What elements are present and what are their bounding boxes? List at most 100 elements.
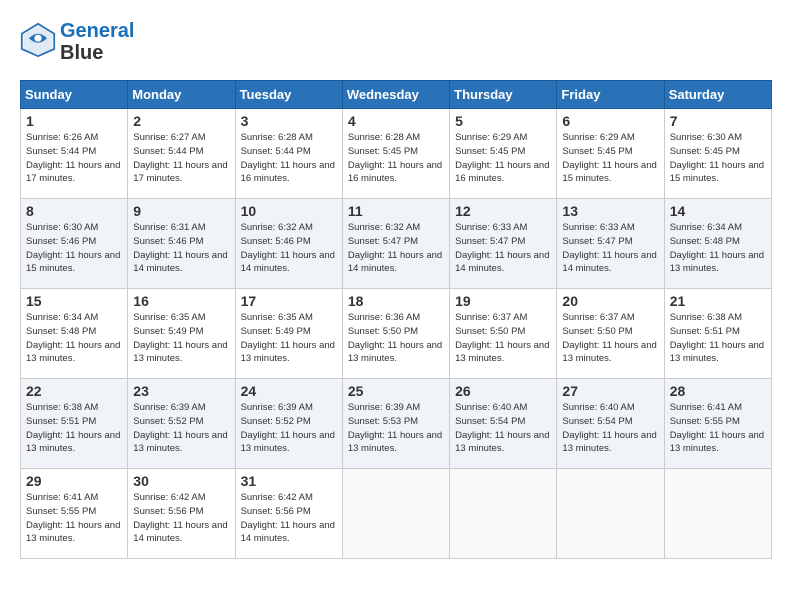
calendar-cell: 25 Sunrise: 6:39 AM Sunset: 5:53 PM Dayl… — [342, 379, 449, 469]
calendar-cell — [450, 469, 557, 559]
calendar-cell: 21 Sunrise: 6:38 AM Sunset: 5:51 PM Dayl… — [664, 289, 771, 379]
calendar-cell: 31 Sunrise: 6:42 AM Sunset: 5:56 PM Dayl… — [235, 469, 342, 559]
calendar-cell: 10 Sunrise: 6:32 AM Sunset: 5:46 PM Dayl… — [235, 199, 342, 289]
day-number: 24 — [241, 383, 337, 399]
calendar-cell — [342, 469, 449, 559]
day-info: Sunrise: 6:37 AM Sunset: 5:50 PM Dayligh… — [455, 311, 551, 366]
day-info: Sunrise: 6:36 AM Sunset: 5:50 PM Dayligh… — [348, 311, 444, 366]
calendar-cell: 22 Sunrise: 6:38 AM Sunset: 5:51 PM Dayl… — [21, 379, 128, 469]
calendar-cell: 19 Sunrise: 6:37 AM Sunset: 5:50 PM Dayl… — [450, 289, 557, 379]
day-info: Sunrise: 6:27 AM Sunset: 5:44 PM Dayligh… — [133, 131, 229, 186]
day-number: 8 — [26, 203, 122, 219]
day-info: Sunrise: 6:39 AM Sunset: 5:52 PM Dayligh… — [133, 401, 229, 456]
day-number: 30 — [133, 473, 229, 489]
day-info: Sunrise: 6:29 AM Sunset: 5:45 PM Dayligh… — [455, 131, 551, 186]
day-info: Sunrise: 6:41 AM Sunset: 5:55 PM Dayligh… — [670, 401, 766, 456]
calendar-cell: 16 Sunrise: 6:35 AM Sunset: 5:49 PM Dayl… — [128, 289, 235, 379]
logo: General Blue — [20, 20, 134, 64]
calendar-week-2: 1 Sunrise: 6:26 AM Sunset: 5:44 PM Dayli… — [21, 109, 772, 199]
day-info: Sunrise: 6:28 AM Sunset: 5:45 PM Dayligh… — [348, 131, 444, 186]
logo-icon — [20, 22, 56, 58]
day-info: Sunrise: 6:39 AM Sunset: 5:52 PM Dayligh… — [241, 401, 337, 456]
calendar-cell: 13 Sunrise: 6:33 AM Sunset: 5:47 PM Dayl… — [557, 199, 664, 289]
day-info: Sunrise: 6:34 AM Sunset: 5:48 PM Dayligh… — [26, 311, 122, 366]
logo-text-line2: Blue — [60, 42, 134, 64]
day-number: 20 — [562, 293, 658, 309]
day-number: 3 — [241, 113, 337, 129]
day-info: Sunrise: 6:35 AM Sunset: 5:49 PM Dayligh… — [133, 311, 229, 366]
day-number: 22 — [26, 383, 122, 399]
calendar-cell: 15 Sunrise: 6:34 AM Sunset: 5:48 PM Dayl… — [21, 289, 128, 379]
day-info: Sunrise: 6:42 AM Sunset: 5:56 PM Dayligh… — [133, 491, 229, 546]
day-info: Sunrise: 6:30 AM Sunset: 5:46 PM Dayligh… — [26, 221, 122, 276]
day-info: Sunrise: 6:28 AM Sunset: 5:44 PM Dayligh… — [241, 131, 337, 186]
calendar-cell: 30 Sunrise: 6:42 AM Sunset: 5:56 PM Dayl… — [128, 469, 235, 559]
day-number: 4 — [348, 113, 444, 129]
calendar-week-5: 22 Sunrise: 6:38 AM Sunset: 5:51 PM Dayl… — [21, 379, 772, 469]
calendar-cell: 29 Sunrise: 6:41 AM Sunset: 5:55 PM Dayl… — [21, 469, 128, 559]
calendar-cell — [664, 469, 771, 559]
day-header-friday: Friday — [557, 81, 664, 109]
calendar-cell: 23 Sunrise: 6:39 AM Sunset: 5:52 PM Dayl… — [128, 379, 235, 469]
day-number: 25 — [348, 383, 444, 399]
day-info: Sunrise: 6:38 AM Sunset: 5:51 PM Dayligh… — [670, 311, 766, 366]
calendar-cell: 4 Sunrise: 6:28 AM Sunset: 5:45 PM Dayli… — [342, 109, 449, 199]
day-number: 18 — [348, 293, 444, 309]
day-number: 11 — [348, 203, 444, 219]
day-number: 19 — [455, 293, 551, 309]
day-number: 21 — [670, 293, 766, 309]
day-number: 29 — [26, 473, 122, 489]
day-number: 13 — [562, 203, 658, 219]
day-number: 16 — [133, 293, 229, 309]
calendar-cell: 2 Sunrise: 6:27 AM Sunset: 5:44 PM Dayli… — [128, 109, 235, 199]
day-number: 28 — [670, 383, 766, 399]
calendar-header-row: SundayMondayTuesdayWednesdayThursdayFrid… — [21, 81, 772, 109]
calendar-week-6: 29 Sunrise: 6:41 AM Sunset: 5:55 PM Dayl… — [21, 469, 772, 559]
calendar-cell — [557, 469, 664, 559]
day-number: 5 — [455, 113, 551, 129]
day-info: Sunrise: 6:30 AM Sunset: 5:45 PM Dayligh… — [670, 131, 766, 186]
day-info: Sunrise: 6:33 AM Sunset: 5:47 PM Dayligh… — [455, 221, 551, 276]
day-number: 14 — [670, 203, 766, 219]
page-header: General Blue — [20, 20, 772, 64]
day-info: Sunrise: 6:35 AM Sunset: 5:49 PM Dayligh… — [241, 311, 337, 366]
day-info: Sunrise: 6:33 AM Sunset: 5:47 PM Dayligh… — [562, 221, 658, 276]
logo-text-line1: General — [60, 20, 134, 42]
calendar-week-3: 8 Sunrise: 6:30 AM Sunset: 5:46 PM Dayli… — [21, 199, 772, 289]
day-header-thursday: Thursday — [450, 81, 557, 109]
day-info: Sunrise: 6:40 AM Sunset: 5:54 PM Dayligh… — [562, 401, 658, 456]
day-number: 27 — [562, 383, 658, 399]
day-header-saturday: Saturday — [664, 81, 771, 109]
calendar-cell: 27 Sunrise: 6:40 AM Sunset: 5:54 PM Dayl… — [557, 379, 664, 469]
calendar-cell: 9 Sunrise: 6:31 AM Sunset: 5:46 PM Dayli… — [128, 199, 235, 289]
day-number: 12 — [455, 203, 551, 219]
day-number: 17 — [241, 293, 337, 309]
day-info: Sunrise: 6:42 AM Sunset: 5:56 PM Dayligh… — [241, 491, 337, 546]
day-info: Sunrise: 6:26 AM Sunset: 5:44 PM Dayligh… — [26, 131, 122, 186]
calendar-cell: 7 Sunrise: 6:30 AM Sunset: 5:45 PM Dayli… — [664, 109, 771, 199]
day-info: Sunrise: 6:38 AM Sunset: 5:51 PM Dayligh… — [26, 401, 122, 456]
calendar-cell: 20 Sunrise: 6:37 AM Sunset: 5:50 PM Dayl… — [557, 289, 664, 379]
calendar-cell: 1 Sunrise: 6:26 AM Sunset: 5:44 PM Dayli… — [21, 109, 128, 199]
calendar-cell: 8 Sunrise: 6:30 AM Sunset: 5:46 PM Dayli… — [21, 199, 128, 289]
day-number: 1 — [26, 113, 122, 129]
calendar-cell: 5 Sunrise: 6:29 AM Sunset: 5:45 PM Dayli… — [450, 109, 557, 199]
day-number: 15 — [26, 293, 122, 309]
day-header-tuesday: Tuesday — [235, 81, 342, 109]
day-info: Sunrise: 6:41 AM Sunset: 5:55 PM Dayligh… — [26, 491, 122, 546]
calendar-table: SundayMondayTuesdayWednesdayThursdayFrid… — [20, 80, 772, 559]
calendar-cell: 11 Sunrise: 6:32 AM Sunset: 5:47 PM Dayl… — [342, 199, 449, 289]
day-info: Sunrise: 6:32 AM Sunset: 5:46 PM Dayligh… — [241, 221, 337, 276]
calendar-cell: 12 Sunrise: 6:33 AM Sunset: 5:47 PM Dayl… — [450, 199, 557, 289]
day-info: Sunrise: 6:31 AM Sunset: 5:46 PM Dayligh… — [133, 221, 229, 276]
day-number: 10 — [241, 203, 337, 219]
day-header-monday: Monday — [128, 81, 235, 109]
calendar-cell: 17 Sunrise: 6:35 AM Sunset: 5:49 PM Dayl… — [235, 289, 342, 379]
day-info: Sunrise: 6:29 AM Sunset: 5:45 PM Dayligh… — [562, 131, 658, 186]
calendar-cell: 26 Sunrise: 6:40 AM Sunset: 5:54 PM Dayl… — [450, 379, 557, 469]
day-info: Sunrise: 6:40 AM Sunset: 5:54 PM Dayligh… — [455, 401, 551, 456]
day-number: 23 — [133, 383, 229, 399]
day-number: 26 — [455, 383, 551, 399]
calendar-cell: 18 Sunrise: 6:36 AM Sunset: 5:50 PM Dayl… — [342, 289, 449, 379]
day-info: Sunrise: 6:32 AM Sunset: 5:47 PM Dayligh… — [348, 221, 444, 276]
